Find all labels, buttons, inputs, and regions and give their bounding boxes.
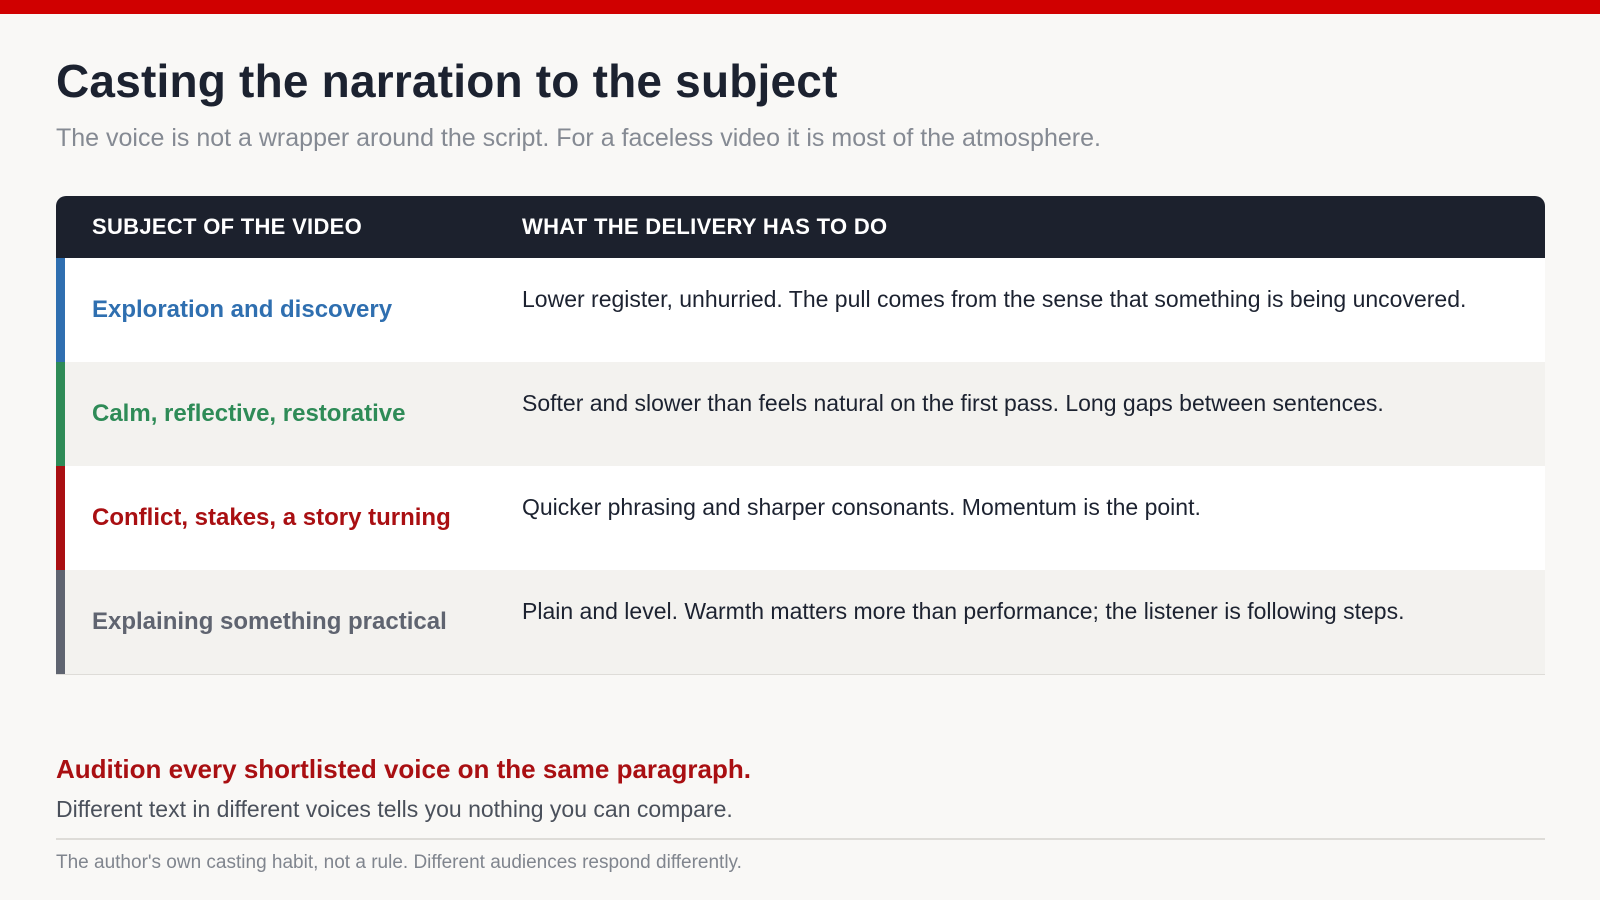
row-accent-bar — [56, 570, 65, 674]
casting-table: SUBJECT OF THE VIDEO WHAT THE DELIVERY H… — [56, 196, 1545, 675]
row-delivery: Softer and slower than feels natural on … — [522, 390, 1384, 416]
audition-text: Different text in different voices tells… — [56, 796, 733, 822]
table-row: Calm, reflective, restorative Softer and… — [56, 362, 1545, 466]
row-subject: Conflict, stakes, a story turning — [92, 504, 451, 531]
table-row: Explaining something practical Plain and… — [56, 570, 1545, 674]
row-accent-bar — [56, 466, 65, 570]
row-accent-bar — [56, 258, 65, 362]
row-delivery: Plain and level. Warmth matters more tha… — [522, 598, 1405, 624]
footer-note: The author's own casting habit, not a ru… — [56, 852, 742, 873]
column-header-delivery: WHAT THE DELIVERY HAS TO DO — [522, 214, 888, 239]
table-row: Exploration and discovery Lower register… — [56, 258, 1545, 362]
table-body: Exploration and discovery Lower register… — [56, 258, 1545, 675]
row-subject: Calm, reflective, restorative — [92, 400, 406, 427]
footer-divider — [56, 838, 1545, 840]
row-accent-bar — [56, 362, 65, 466]
table-header: SUBJECT OF THE VIDEO WHAT THE DELIVERY H… — [56, 196, 1545, 258]
page-subtitle: The voice is not a wrapper around the sc… — [56, 124, 1101, 152]
row-delivery: Quicker phrasing and sharper consonants.… — [522, 494, 1201, 520]
row-subject: Explaining something practical — [92, 608, 447, 635]
row-delivery: Lower register, unhurried. The pull come… — [522, 286, 1467, 312]
table-row: Conflict, stakes, a story turning Quicke… — [56, 466, 1545, 570]
audition-heading: Audition every shortlisted voice on the … — [56, 754, 751, 784]
top-accent-bar — [0, 0, 1600, 14]
row-subject: Exploration and discovery — [92, 296, 393, 323]
column-header-subject: SUBJECT OF THE VIDEO — [92, 214, 363, 239]
page-title: Casting the narration to the subject — [56, 55, 838, 107]
